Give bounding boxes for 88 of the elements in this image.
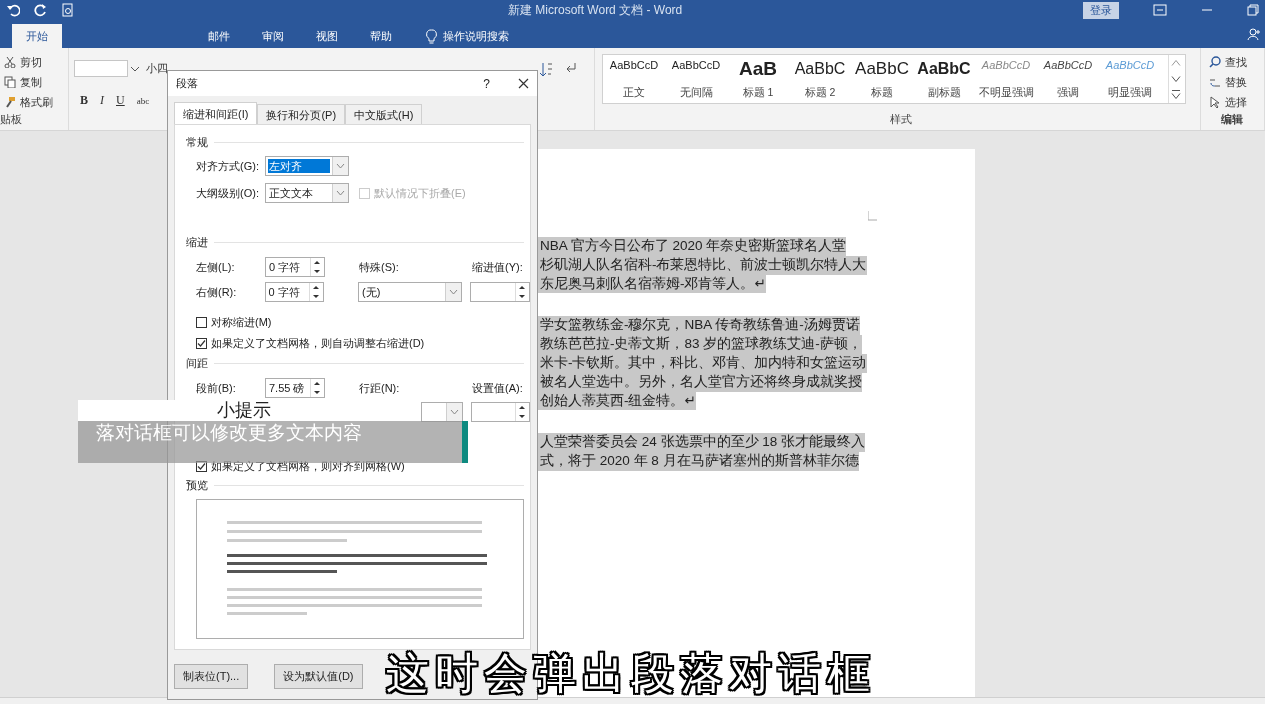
tip-text: 落对话框可以修改更多文本内容 <box>95 421 362 445</box>
indent-by-field[interactable] <box>470 282 530 302</box>
dialog-tab[interactable]: 缩进和间距(I) <box>174 102 258 124</box>
video-subtitle: 这时会弹出段落对话框 <box>386 648 876 699</box>
indent-left-field[interactable]: 0 字符 <box>265 257 325 277</box>
ribbon-tab[interactable]: 邮件 <box>194 24 244 48</box>
outline-level-dropdown[interactable]: 正文文本 <box>265 183 349 203</box>
clipboard-button[interactable]: 剪切 <box>20 54 42 70</box>
tell-me-search[interactable]: 操作说明搜索 <box>443 28 509 44</box>
spacing-value-field[interactable] <box>471 402 530 422</box>
field-label: 缩进值(Y): <box>472 259 523 275</box>
close-icon[interactable] <box>518 78 529 89</box>
checkbox-label: 默认情况下折叠(E) <box>374 185 466 201</box>
ribbon-tab[interactable]: 视图 <box>302 24 352 48</box>
dialog-title: 段落 <box>176 76 198 91</box>
scissors-icon[interactable] <box>4 56 16 68</box>
clipboard-button[interactable]: 格式刷 <box>20 94 53 110</box>
checkbox[interactable] <box>196 337 207 349</box>
sign-in-button[interactable]: 登录 <box>1083 1 1119 19</box>
undo-icon[interactable] <box>6 3 20 17</box>
group-label: 样式 <box>890 112 912 127</box>
pointer-icon[interactable] <box>1209 96 1221 108</box>
clipboard-button[interactable]: 复制 <box>20 74 42 90</box>
field-label: 特殊(S): <box>359 259 400 275</box>
redo-icon[interactable] <box>34 3 48 17</box>
alignment-dropdown[interactable]: 左对齐 <box>265 156 349 176</box>
ribbon-tab[interactable]: 帮助 <box>356 24 406 48</box>
add-person-icon[interactable] <box>1247 27 1261 41</box>
editing-button[interactable]: 选择 <box>1225 94 1247 110</box>
style-item[interactable]: AaB 标题 1 <box>727 55 789 103</box>
style-item[interactable]: AaBbCcD 强调 <box>1037 55 1099 103</box>
style-item[interactable]: AaBbC 标题 2 <box>789 55 851 103</box>
margin-corner-icon <box>868 211 878 221</box>
group-label: 贴板 <box>0 112 23 127</box>
section-heading: 预览 <box>186 477 208 493</box>
copy-icon[interactable] <box>4 76 16 88</box>
field-label: 大纲级别(O): <box>196 185 260 201</box>
checkbox-label: 对称缩进(M) <box>211 314 272 330</box>
line-spacing-dropdown[interactable] <box>421 402 464 422</box>
section-heading: 间距 <box>186 355 208 371</box>
field-label: 设置值(A): <box>472 380 523 396</box>
editing-button[interactable]: 替换 <box>1225 74 1247 90</box>
ribbon-display-icon[interactable] <box>1153 4 1167 16</box>
print-preview-icon[interactable] <box>62 3 74 17</box>
style-item[interactable]: AaBbC 标题 <box>851 55 913 103</box>
dialog-tab[interactable]: 中文版式(H) <box>345 104 423 124</box>
special-indent-dropdown[interactable]: (无) <box>358 282 463 302</box>
dialog-button[interactable]: 设为默认值(D) <box>274 664 363 689</box>
space-before-field[interactable]: 7.55 磅 <box>265 378 325 398</box>
section-heading: 缩进 <box>186 234 208 250</box>
style-item[interactable]: AaBbCcD 不明显强调 <box>975 55 1037 103</box>
ribbon-tab[interactable]: 审阅 <box>248 24 298 48</box>
field-label: 左侧(L): <box>196 259 236 275</box>
section-heading: 常规 <box>186 134 208 150</box>
format-button[interactable]: U <box>116 93 125 108</box>
format-button[interactable]: I <box>100 93 104 108</box>
field-label: 右侧(R): <box>196 284 238 300</box>
field-label: 行距(N): <box>359 380 401 396</box>
checkbox-label: 如果定义了文档网格，则对齐到网格(W) <box>211 458 405 474</box>
sort-icon[interactable] <box>539 62 553 78</box>
checkbox[interactable] <box>196 316 207 328</box>
window-title: 新建 Microsoft Word 文档 - Word <box>508 1 683 19</box>
format-painter-icon[interactable] <box>4 96 16 108</box>
font-size-field[interactable]: 小四 <box>142 61 168 76</box>
search-icon[interactable] <box>1209 56 1221 68</box>
format-button[interactable]: B <box>80 93 88 108</box>
checkmark-icon <box>197 338 206 348</box>
paragraph-mark-icon[interactable] <box>565 62 577 74</box>
restore-icon[interactable] <box>1247 4 1259 16</box>
format-button[interactable]: abc <box>136 95 150 106</box>
style-item[interactable]: AaBbC 副标题 <box>913 55 975 103</box>
help-button[interactable]: ? <box>483 76 490 91</box>
indent-right-field[interactable]: 0 字符 <box>264 282 325 302</box>
dialog-tab[interactable]: 换行和分页(P) <box>257 104 346 124</box>
ribbon-tab[interactable]: 开始 <box>12 24 62 48</box>
dropdown-caret-icon[interactable] <box>130 64 140 73</box>
font-name-field[interactable] <box>74 60 128 77</box>
style-item[interactable]: AaBbCcD 正文 <box>603 55 665 103</box>
style-item[interactable]: AaBbCcD 无间隔 <box>665 55 727 103</box>
field-label: 段前(B): <box>196 380 237 396</box>
field-label: 对齐方式(G): <box>196 158 260 174</box>
checkmark-icon <box>197 461 206 471</box>
style-item[interactable]: AaBbCcD 明显强调 <box>1099 55 1161 103</box>
dialog-button[interactable]: 制表位(T)... <box>174 664 249 689</box>
checkbox-label: 如果定义了文档网格，则自动调整右缩进(D) <box>211 335 425 351</box>
editing-button[interactable]: 查找 <box>1225 54 1247 70</box>
group-label: 编辑 <box>1220 112 1244 127</box>
lightbulb-icon[interactable] <box>426 28 437 44</box>
